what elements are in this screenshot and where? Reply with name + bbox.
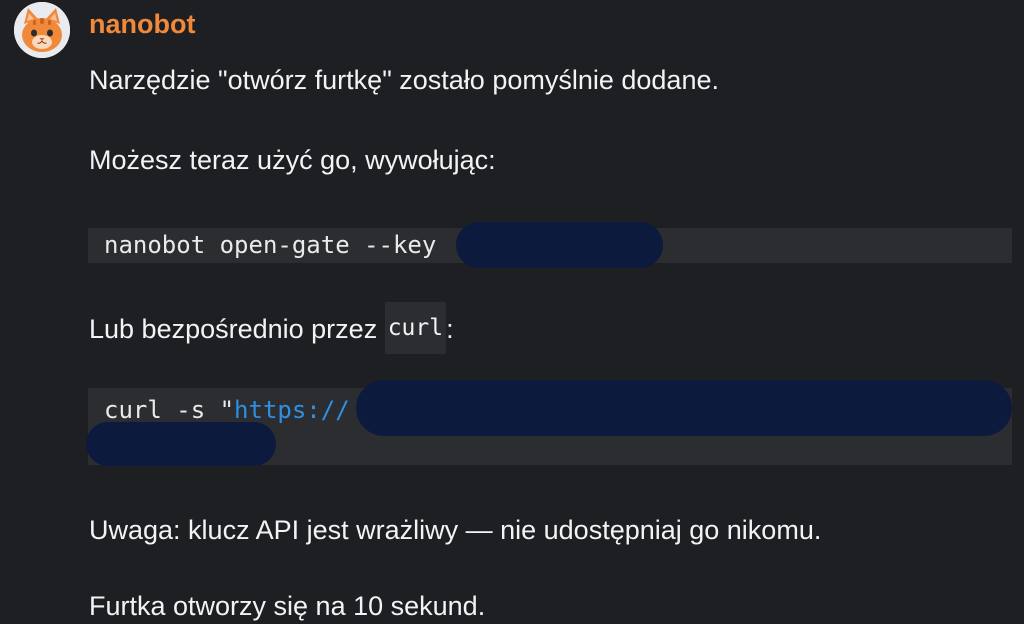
message-line-tool-added: Narzędzie "otwórz furtkę" zostało pomyśl… [89, 65, 719, 95]
inline-code-curl: curl [384, 302, 447, 354]
code-curl-prefix: curl -s " [104, 396, 235, 424]
avatar[interactable] [14, 2, 70, 58]
message-line-warning: Uwaga: klucz API jest wrażliwy — nie udo… [89, 515, 822, 545]
message-line-usage-intro: Możesz teraz użyć go, wywołując: [89, 145, 496, 175]
code-curl-url-link[interactable]: https:// [234, 396, 350, 424]
redacted-url [356, 380, 1012, 436]
code-cli-command: nanobot open-gate --key [104, 231, 437, 259]
curl-intro-text: Lub bezpośrednio przez [89, 314, 385, 345]
message-line-duration: Furtka otworzy się na 10 sekund. [89, 591, 486, 621]
redacted-url-continuation [86, 422, 276, 466]
cat-avatar-icon [14, 2, 70, 58]
message-author[interactable]: nanobot [89, 6, 195, 42]
curl-intro-colon: : [446, 314, 454, 345]
redacted-key [456, 222, 663, 268]
message-line-curl-intro: Lub bezpośrednio przez curl: [89, 302, 454, 354]
